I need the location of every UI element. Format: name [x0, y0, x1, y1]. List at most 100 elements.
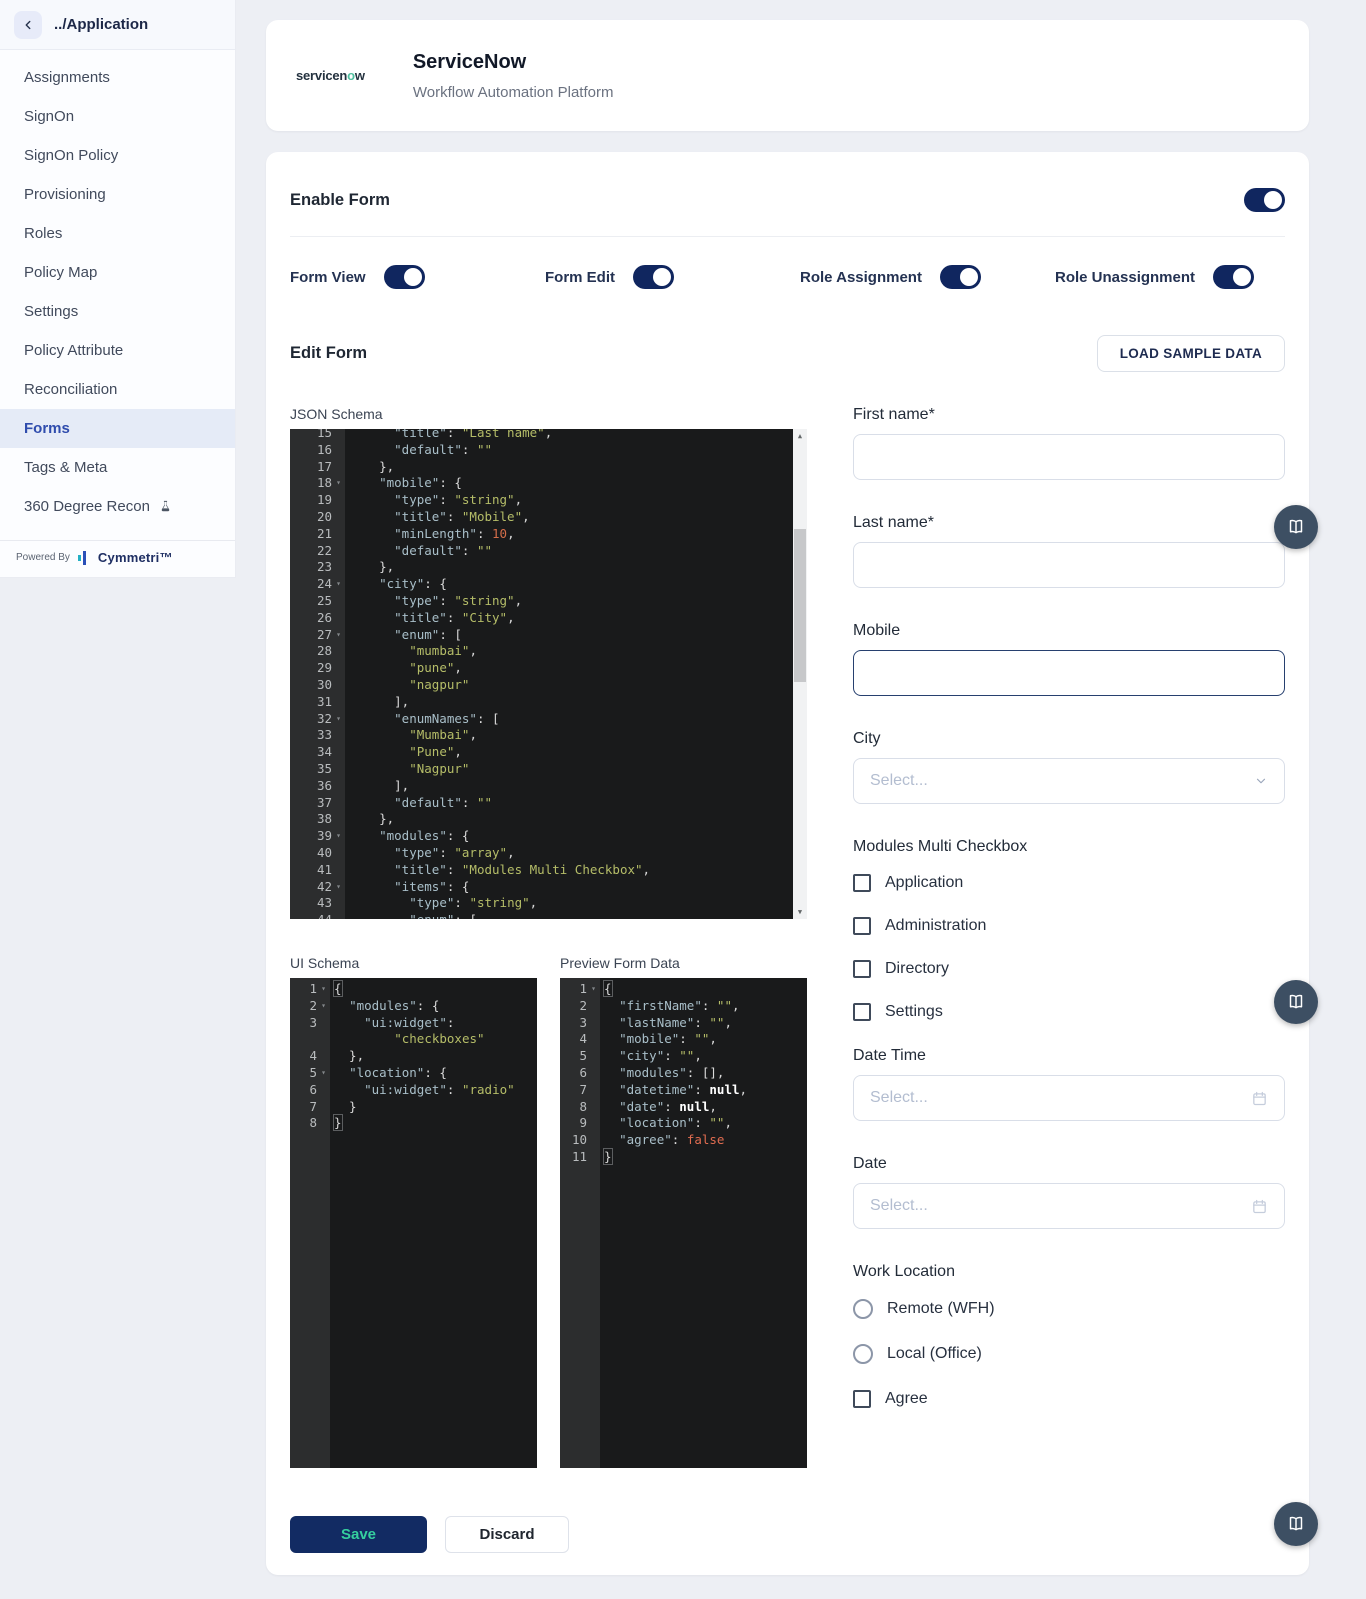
breadcrumb: ../Application — [0, 0, 235, 50]
administration-checkbox[interactable] — [853, 917, 871, 935]
calendar-icon — [1251, 1198, 1268, 1215]
mobile-field: Mobile — [853, 622, 1285, 696]
sidebar-item-label: Provisioning — [24, 186, 106, 203]
sidebar-item-signon-policy[interactable]: SignOn Policy — [0, 136, 235, 175]
city-select-placeholder: Select... — [870, 772, 928, 790]
local-office-radio[interactable] — [853, 1344, 873, 1364]
app-title: ServiceNow — [413, 51, 614, 74]
back-button[interactable] — [14, 11, 42, 39]
settings-label: Settings — [885, 1003, 943, 1021]
save-button[interactable]: Save — [290, 1516, 427, 1553]
checkbox-row-settings[interactable]: Settings — [853, 1003, 1285, 1021]
directory-checkbox[interactable] — [853, 960, 871, 978]
sidebar-item-policy-attribute[interactable]: Policy Attribute — [0, 331, 235, 370]
first-name-input[interactable] — [853, 434, 1285, 480]
checkbox-row-directory[interactable]: Directory — [853, 960, 1285, 978]
scroll-up-icon[interactable] — [793, 429, 807, 443]
form-view-toggle[interactable] — [384, 265, 425, 289]
sidebar-item-tags-meta[interactable]: Tags & Meta — [0, 448, 235, 487]
ui-schema-block: UI Schema 1▾{2▾ "modules": {3 "ui:widget… — [290, 955, 537, 1468]
sidebar-nav: Assignments SignOn SignOn Policy Provisi… — [0, 50, 235, 540]
application-label: Application — [885, 874, 963, 892]
docs-floating-button[interactable] — [1274, 1502, 1318, 1546]
settings-checkbox[interactable] — [853, 1003, 871, 1021]
breadcrumb-label: ../Application — [54, 16, 148, 33]
editors-column: JSON Schema 15 "title": "Last name",16 "… — [290, 406, 807, 1553]
toggle-knob — [1233, 268, 1251, 286]
sidebar-item-roles[interactable]: Roles — [0, 214, 235, 253]
editor-lines: 1▾{2 "firstName": "",3 "lastName": "",4 … — [560, 978, 807, 1166]
flask-icon — [158, 499, 173, 514]
agree-row[interactable]: Agree — [853, 1390, 1285, 1408]
app-title-block: ServiceNow Workflow Automation Platform — [413, 51, 614, 101]
datetime-placeholder: Select... — [870, 1089, 928, 1107]
role-unassignment-group: Role Unassignment — [1055, 265, 1285, 289]
editor-scrollbar[interactable] — [793, 429, 807, 919]
editor-lines: 1▾{2▾ "modules": {3 "ui:widget": "checkb… — [290, 978, 537, 1132]
radio-row-local[interactable]: Local (Office) — [853, 1344, 1285, 1364]
date-picker[interactable]: Select... — [853, 1183, 1285, 1229]
sidebar-item-signon[interactable]: SignOn — [0, 97, 235, 136]
json-schema-label: JSON Schema — [290, 406, 807, 422]
scroll-down-icon[interactable] — [793, 905, 807, 919]
preview-form-data-label: Preview Form Data — [560, 955, 807, 971]
powered-by-label: Powered By — [16, 552, 70, 563]
date-field: Date Select... — [853, 1155, 1285, 1229]
date-label: Date — [853, 1155, 1285, 1173]
sidebar-item-label: Assignments — [24, 69, 110, 86]
application-checkbox[interactable] — [853, 874, 871, 892]
app-subtitle: Workflow Automation Platform — [413, 84, 614, 101]
editor-and-preview-grid: JSON Schema 15 "title": "Last name",16 "… — [290, 406, 1285, 1553]
chevron-left-icon — [21, 18, 35, 32]
role-unassignment-toggle[interactable] — [1213, 265, 1254, 289]
cymmetri-brand-name: Cymmetri™ — [98, 550, 173, 565]
checkbox-row-application[interactable]: Application — [853, 874, 1285, 892]
form-preview-column: First name* Last name* Mobile City Selec… — [853, 406, 1285, 1553]
sidebar-item-360-degree-recon[interactable]: 360 Degree Recon — [0, 487, 235, 526]
json-schema-editor[interactable]: 15 "title": "Last name",16 "default": ""… — [290, 429, 807, 919]
sidebar-item-label: Policy Attribute — [24, 342, 123, 359]
last-name-input[interactable] — [853, 542, 1285, 588]
docs-floating-button[interactable] — [1274, 505, 1318, 549]
checkbox-row-administration[interactable]: Administration — [853, 917, 1285, 935]
form-edit-label: Form Edit — [545, 269, 615, 286]
sidebar-item-reconciliation[interactable]: Reconciliation — [0, 370, 235, 409]
servicenow-logo: servicenow — [296, 68, 365, 83]
agree-checkbox[interactable] — [853, 1390, 871, 1408]
role-assignment-toggle[interactable] — [940, 265, 981, 289]
date-placeholder: Select... — [870, 1197, 928, 1215]
city-label: City — [853, 730, 1285, 748]
sidebar-item-label: Settings — [24, 303, 78, 320]
remote-wfh-radio[interactable] — [853, 1299, 873, 1319]
small-editors-row: UI Schema 1▾{2▾ "modules": {3 "ui:widget… — [290, 955, 807, 1468]
preview-form-data-editor[interactable]: 1▾{2 "firstName": "",3 "lastName": "",4 … — [560, 978, 807, 1468]
role-unassignment-label: Role Unassignment — [1055, 269, 1195, 286]
cymmetri-logo — [78, 551, 90, 565]
calendar-icon — [1251, 1090, 1268, 1107]
sidebar-item-label: SignOn Policy — [24, 147, 118, 164]
sidebar-item-label: SignOn — [24, 108, 74, 125]
scrollbar-thumb[interactable] — [794, 529, 806, 682]
docs-floating-button[interactable] — [1274, 980, 1318, 1024]
agree-label: Agree — [885, 1390, 928, 1408]
sidebar-item-settings[interactable]: Settings — [0, 292, 235, 331]
sidebar-item-assignments[interactable]: Assignments — [0, 58, 235, 97]
sidebar-item-provisioning[interactable]: Provisioning — [0, 175, 235, 214]
sidebar-item-forms[interactable]: Forms — [0, 409, 235, 448]
sidebar-item-label: Forms — [24, 420, 70, 437]
mobile-input[interactable] — [853, 650, 1285, 696]
datetime-picker[interactable]: Select... — [853, 1075, 1285, 1121]
first-name-label: First name* — [853, 406, 1285, 424]
datetime-label: Date Time — [853, 1047, 1285, 1065]
ui-schema-editor[interactable]: 1▾{2▾ "modules": {3 "ui:widget": "checkb… — [290, 978, 537, 1468]
administration-label: Administration — [885, 917, 986, 935]
sidebar-item-policy-map[interactable]: Policy Map — [0, 253, 235, 292]
open-book-icon — [1285, 516, 1307, 538]
load-sample-data-button[interactable]: LOAD SAMPLE DATA — [1097, 335, 1285, 372]
discard-button[interactable]: Discard — [445, 1516, 569, 1553]
form-edit-toggle[interactable] — [633, 265, 674, 289]
radio-row-remote[interactable]: Remote (WFH) — [853, 1299, 1285, 1319]
enable-form-toggle[interactable] — [1244, 188, 1285, 212]
city-select[interactable]: Select... — [853, 758, 1285, 804]
modules-group-label: Modules Multi Checkbox — [853, 838, 1285, 856]
